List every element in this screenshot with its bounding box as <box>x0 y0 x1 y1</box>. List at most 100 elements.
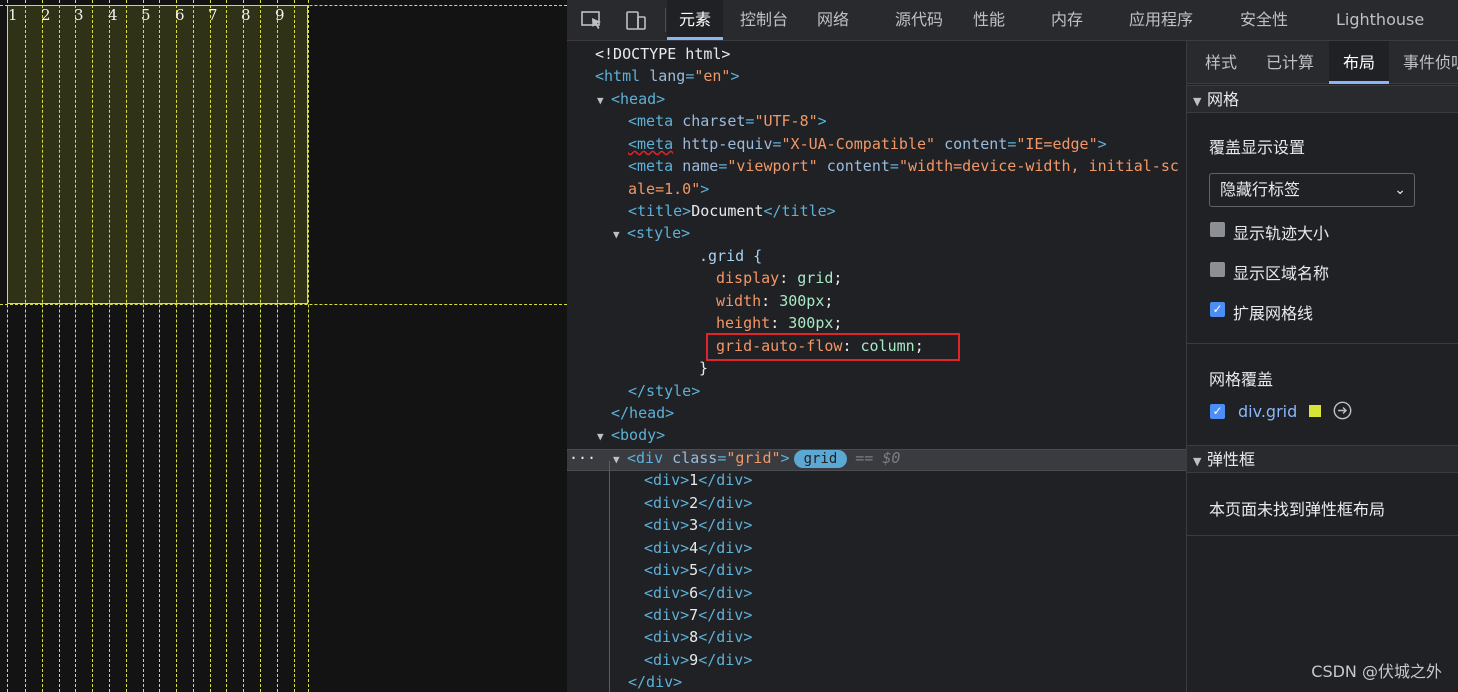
tab-application[interactable]: 应用程序 <box>1129 0 1193 40</box>
flex-section-header[interactable]: ▼ 弹性框 <box>1187 445 1458 473</box>
dom-node-head[interactable]: ▼ <head> <box>597 88 665 110</box>
dom-node-title[interactable]: <title>Document</title> <box>628 200 836 222</box>
grid-section-header[interactable]: ▼ 网格 <box>1187 85 1458 113</box>
grid-line-v <box>25 0 26 692</box>
grid-line-v <box>193 0 194 692</box>
checkbox-extend-lines[interactable]: ✓ <box>1210 302 1225 317</box>
css-selector: .grid { <box>699 247 763 265</box>
grid-line-v <box>308 0 309 692</box>
tab-security[interactable]: 安全性 <box>1240 0 1288 40</box>
grid-line-v <box>59 0 60 692</box>
grid-line-v <box>109 0 110 692</box>
dom-node-child-div[interactable]: <div>8</div> <box>644 626 752 648</box>
expand-triangle-icon[interactable]: ▼ <box>1193 448 1207 476</box>
tab-console[interactable]: 控制台 <box>740 0 788 40</box>
dom-node-child-div[interactable]: <div>7</div> <box>644 604 752 626</box>
grid-cell-number: 9 <box>275 6 285 24</box>
more-options-ellipsis[interactable]: ··· <box>569 447 596 469</box>
flex-empty-message: 本页面未找到弹性框布局 <box>1209 500 1386 519</box>
highlight-annotation-box <box>706 333 960 361</box>
expand-triangle-icon[interactable]: ▼ <box>613 224 627 246</box>
grid-element-link[interactable]: div.grid <box>1238 402 1297 421</box>
dom-node-head-close[interactable]: </head> <box>611 402 674 424</box>
expand-triangle-icon[interactable]: ▼ <box>613 449 627 471</box>
reveal-arrow-icon[interactable] <box>1333 401 1352 420</box>
grid-cell-number: 8 <box>241 6 251 24</box>
dom-node-child-div[interactable]: <div>9</div> <box>644 649 752 671</box>
grid-badge[interactable]: grid <box>793 450 848 468</box>
grid-line-v <box>277 0 278 692</box>
grid-cell-number: 5 <box>141 6 151 24</box>
dom-node-style[interactable]: ▼ <style> <box>613 222 690 244</box>
dom-node-meta-wrap: ale=1.0"> <box>628 180 710 198</box>
css-close-brace: } <box>699 359 709 377</box>
grid-line-v <box>176 0 177 692</box>
overlay-color-swatch[interactable] <box>1309 405 1321 417</box>
expand-triangle-icon[interactable]: ▼ <box>597 426 611 448</box>
grid-cell-number: 7 <box>208 6 218 24</box>
checkbox-div-grid[interactable]: ✓ <box>1210 404 1225 419</box>
dom-node-child-div[interactable]: <div>6</div> <box>644 582 752 604</box>
dom-node-child-div[interactable]: <div>5</div> <box>644 559 752 581</box>
inspect-element-icon[interactable] <box>580 9 604 31</box>
sidebar-tabs: 样式 已计算 布局 事件侦听 <box>1187 41 1458 84</box>
dom-node-child-div[interactable]: <div>4</div> <box>644 537 752 559</box>
grid-overlay-box <box>7 5 308 304</box>
checkbox-track-sizes[interactable] <box>1210 222 1225 237</box>
tab-network[interactable]: 网络 <box>817 0 849 40</box>
dom-node-child-div[interactable]: <div>1</div> <box>644 469 752 491</box>
tab-memory[interactable]: 内存 <box>1051 0 1083 40</box>
dom-tree: <!DOCTYPE html> <html lang="en"> ▼ <head>… <box>567 41 1186 692</box>
grid-line-v <box>294 0 295 692</box>
dom-node-div-grid[interactable]: ▼ <div class="grid"> grid == $0 <box>613 447 900 469</box>
dom-node-child-div[interactable]: <div>2</div> <box>644 492 752 514</box>
css-rule: height: 300px; <box>716 314 843 332</box>
devtools-toolbar: 元素 控制台 网络 源代码 性能 内存 应用程序 安全性 Lighthouse <box>567 0 1458 41</box>
dom-node-meta[interactable]: <meta http-equiv="X-UA-Compatible" conte… <box>628 133 1107 155</box>
chevron-down-icon: ⌄ <box>1394 182 1406 198</box>
css-rule: display: grid; <box>716 269 843 287</box>
tab-computed[interactable]: 已计算 <box>1266 41 1314 84</box>
grid-line-v <box>7 0 8 692</box>
page-viewport: 1 2 3 4 5 6 7 8 9 <box>0 0 567 692</box>
grid-line-v <box>159 0 160 692</box>
dom-node-html[interactable]: <html lang="en"> <box>595 65 740 87</box>
tab-sources[interactable]: 源代码 <box>895 0 943 40</box>
dom-node-body[interactable]: ▼ <body> <box>597 424 665 446</box>
expand-triangle-icon[interactable]: ▼ <box>1193 88 1207 116</box>
expand-triangle-icon[interactable]: ▼ <box>597 90 611 112</box>
grid-line-v <box>260 0 261 692</box>
tab-lighthouse[interactable]: Lighthouse <box>1336 0 1424 40</box>
tab-event-listeners[interactable]: 事件侦听 <box>1403 41 1458 84</box>
grid-line-v <box>143 0 144 692</box>
grid-cell-number: 2 <box>41 6 51 24</box>
checkbox-area-names[interactable] <box>1210 262 1225 277</box>
grid-line-v <box>126 0 127 692</box>
row-label-select[interactable]: 隐藏行标签 ⌄ <box>1209 173 1415 207</box>
grid-line-v <box>75 0 76 692</box>
toolbar-divider <box>665 8 666 32</box>
tab-layout[interactable]: 布局 <box>1329 41 1389 84</box>
grid-line-v <box>92 0 93 692</box>
dom-node-doctype[interactable]: <!DOCTYPE html> <box>595 43 730 65</box>
grid-line-v <box>210 0 211 692</box>
grid-line-v <box>42 0 43 692</box>
dom-node-div-close[interactable]: </div> <box>628 671 682 692</box>
tab-elements[interactable]: 元素 <box>667 0 723 40</box>
checkbox-label: 显示区域名称 <box>1233 264 1330 283</box>
overlay-settings-title: 覆盖显示设置 <box>1209 138 1306 157</box>
dom-node-meta[interactable]: <meta name="viewport" content="width=dev… <box>628 155 1179 177</box>
tree-guide-line <box>609 461 610 692</box>
tab-performance[interactable]: 性能 <box>973 0 1005 40</box>
tab-styles[interactable]: 样式 <box>1205 41 1237 84</box>
devtools-panel: 元素 控制台 网络 源代码 性能 内存 应用程序 安全性 Lighthouse … <box>567 0 1458 692</box>
layout-sidebar: 样式 已计算 布局 事件侦听 ▼网格 覆盖显示设置 隐藏行标签 ⌄ 显示轨迹大小… <box>1186 41 1458 692</box>
grid-line-h <box>0 304 567 305</box>
dom-node-child-div[interactable]: <div>3</div> <box>644 514 752 536</box>
grid-cell-number: 6 <box>175 6 185 24</box>
device-toolbar-icon[interactable] <box>624 9 648 31</box>
dom-node-style-close[interactable]: </style> <box>628 380 700 402</box>
dom-node-meta[interactable]: <meta charset="UTF-8"> <box>628 110 827 132</box>
grid-cell-number: 4 <box>108 6 118 24</box>
grid-cell-number: 3 <box>74 6 84 24</box>
